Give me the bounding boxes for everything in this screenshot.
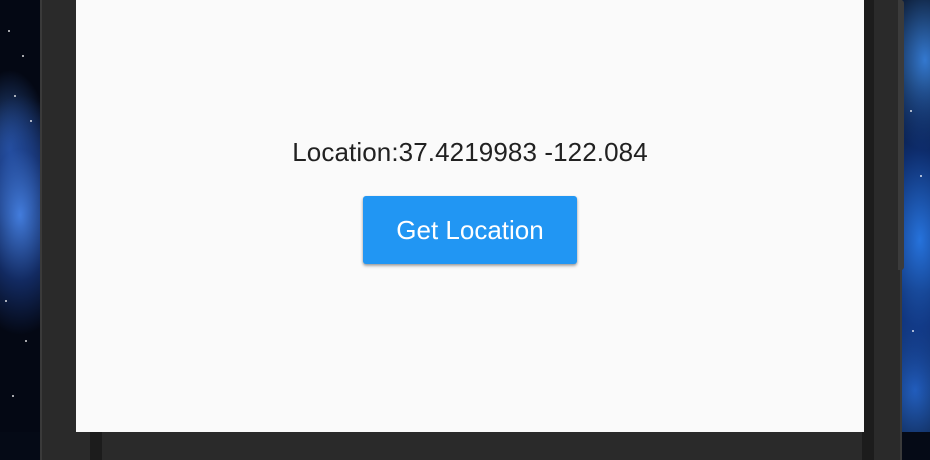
star [14, 95, 16, 97]
star [910, 110, 912, 112]
star [30, 120, 32, 122]
app-screen: Location:37.4219983 -122.084 Get Locatio… [76, 0, 864, 432]
star [8, 30, 10, 32]
star [22, 55, 24, 57]
star [912, 330, 914, 332]
star [12, 395, 14, 397]
star [25, 340, 27, 342]
device-side-button[interactable] [898, 0, 904, 270]
star [920, 175, 922, 177]
star [5, 300, 7, 302]
get-location-button[interactable]: Get Location [363, 196, 577, 264]
location-label: Location:37.4219983 -122.084 [292, 137, 648, 167]
